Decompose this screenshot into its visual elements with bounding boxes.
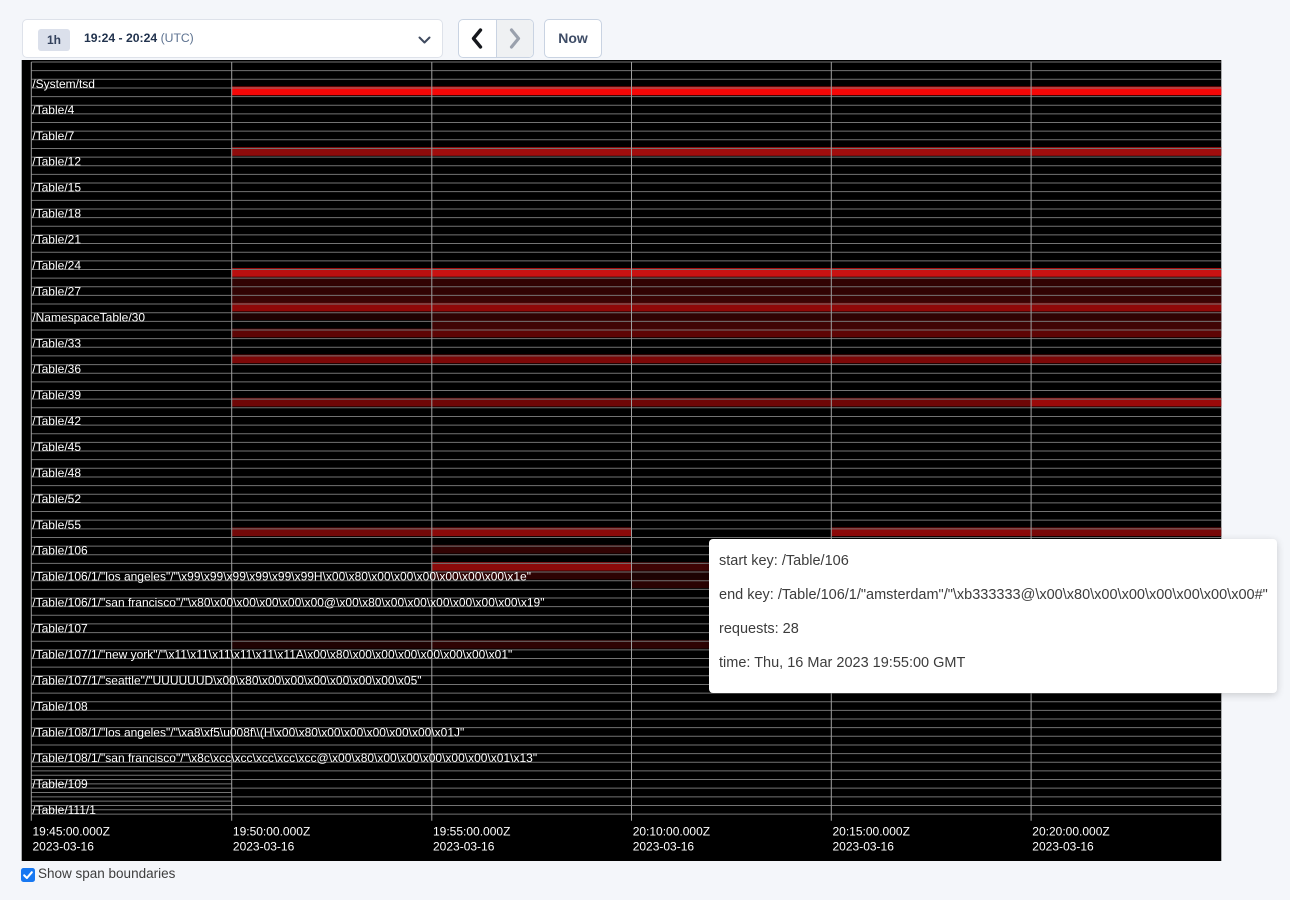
svg-text:/Table/107/1/"seattle"/"UUUUUU: /Table/107/1/"seattle"/"UUUUUUD\x00\x80\… bbox=[32, 673, 421, 687]
svg-text:/Table/55: /Table/55 bbox=[32, 518, 81, 532]
svg-text:/Table/52: /Table/52 bbox=[32, 492, 81, 506]
svg-text:2023-03-16: 2023-03-16 bbox=[233, 840, 295, 854]
svg-text:/Table/109: /Table/109 bbox=[32, 777, 88, 791]
svg-text:/Table/36: /Table/36 bbox=[32, 362, 81, 376]
svg-text:/NamespaceTable/30: /NamespaceTable/30 bbox=[32, 310, 145, 324]
svg-text:/Table/106/1/"los angeles"/"\x: /Table/106/1/"los angeles"/"\x99\x99\x99… bbox=[32, 570, 531, 584]
svg-text:2023-03-16: 2023-03-16 bbox=[1032, 840, 1094, 854]
svg-text:/System/tsd: /System/tsd bbox=[32, 77, 95, 91]
svg-text:20:20:00.000Z: 20:20:00.000Z bbox=[1032, 825, 1109, 839]
svg-text:/Table/108/1/"los angeles"/"\x: /Table/108/1/"los angeles"/"\xa8\xf5\u00… bbox=[32, 725, 464, 739]
svg-text:/Table/18: /Table/18 bbox=[32, 207, 81, 221]
svg-text:/Table/7: /Table/7 bbox=[32, 129, 74, 143]
svg-text:/Table/21: /Table/21 bbox=[32, 233, 81, 247]
svg-text:19:45:00.000Z: 19:45:00.000Z bbox=[33, 825, 110, 839]
svg-text:2023-03-16: 2023-03-16 bbox=[33, 840, 95, 854]
svg-text:/Table/45: /Table/45 bbox=[32, 440, 81, 454]
svg-text:/Table/42: /Table/42 bbox=[32, 414, 81, 428]
svg-text:/Table/4: /Table/4 bbox=[32, 103, 74, 117]
svg-text:/Table/106/1/"san francisco"/": /Table/106/1/"san francisco"/"\x80\x00\x… bbox=[32, 596, 544, 610]
svg-text:/Table/12: /Table/12 bbox=[32, 155, 81, 169]
svg-text:/Table/15: /Table/15 bbox=[32, 181, 81, 195]
svg-text:20:10:00.000Z: 20:10:00.000Z bbox=[633, 825, 710, 839]
svg-text:2023-03-16: 2023-03-16 bbox=[633, 840, 695, 854]
svg-text:19:50:00.000Z: 19:50:00.000Z bbox=[233, 825, 310, 839]
svg-text:/Table/107/1/"new york"/"\x11\: /Table/107/1/"new york"/"\x11\x11\x11\x1… bbox=[32, 647, 512, 661]
svg-text:/Table/24: /Table/24 bbox=[32, 258, 81, 272]
svg-text:2023-03-16: 2023-03-16 bbox=[833, 840, 895, 854]
svg-text:/Table/108: /Table/108 bbox=[32, 699, 88, 713]
svg-text:20:15:00.000Z: 20:15:00.000Z bbox=[833, 825, 910, 839]
svg-text:/Table/106: /Table/106 bbox=[32, 544, 88, 558]
svg-text:/Table/111/1: /Table/111/1 bbox=[32, 803, 96, 817]
svg-text:/Table/33: /Table/33 bbox=[32, 336, 81, 350]
svg-text:/Table/108/1/"san francisco"/": /Table/108/1/"san francisco"/"\x8c\xcc\x… bbox=[32, 751, 537, 765]
svg-text:2023-03-16: 2023-03-16 bbox=[433, 840, 495, 854]
svg-text:/Table/27: /Table/27 bbox=[32, 284, 81, 298]
svg-text:19:55:00.000Z: 19:55:00.000Z bbox=[433, 825, 510, 839]
svg-text:/Table/39: /Table/39 bbox=[32, 388, 81, 402]
svg-text:/Table/107: /Table/107 bbox=[32, 622, 88, 636]
svg-text:/Table/48: /Table/48 bbox=[32, 466, 81, 480]
